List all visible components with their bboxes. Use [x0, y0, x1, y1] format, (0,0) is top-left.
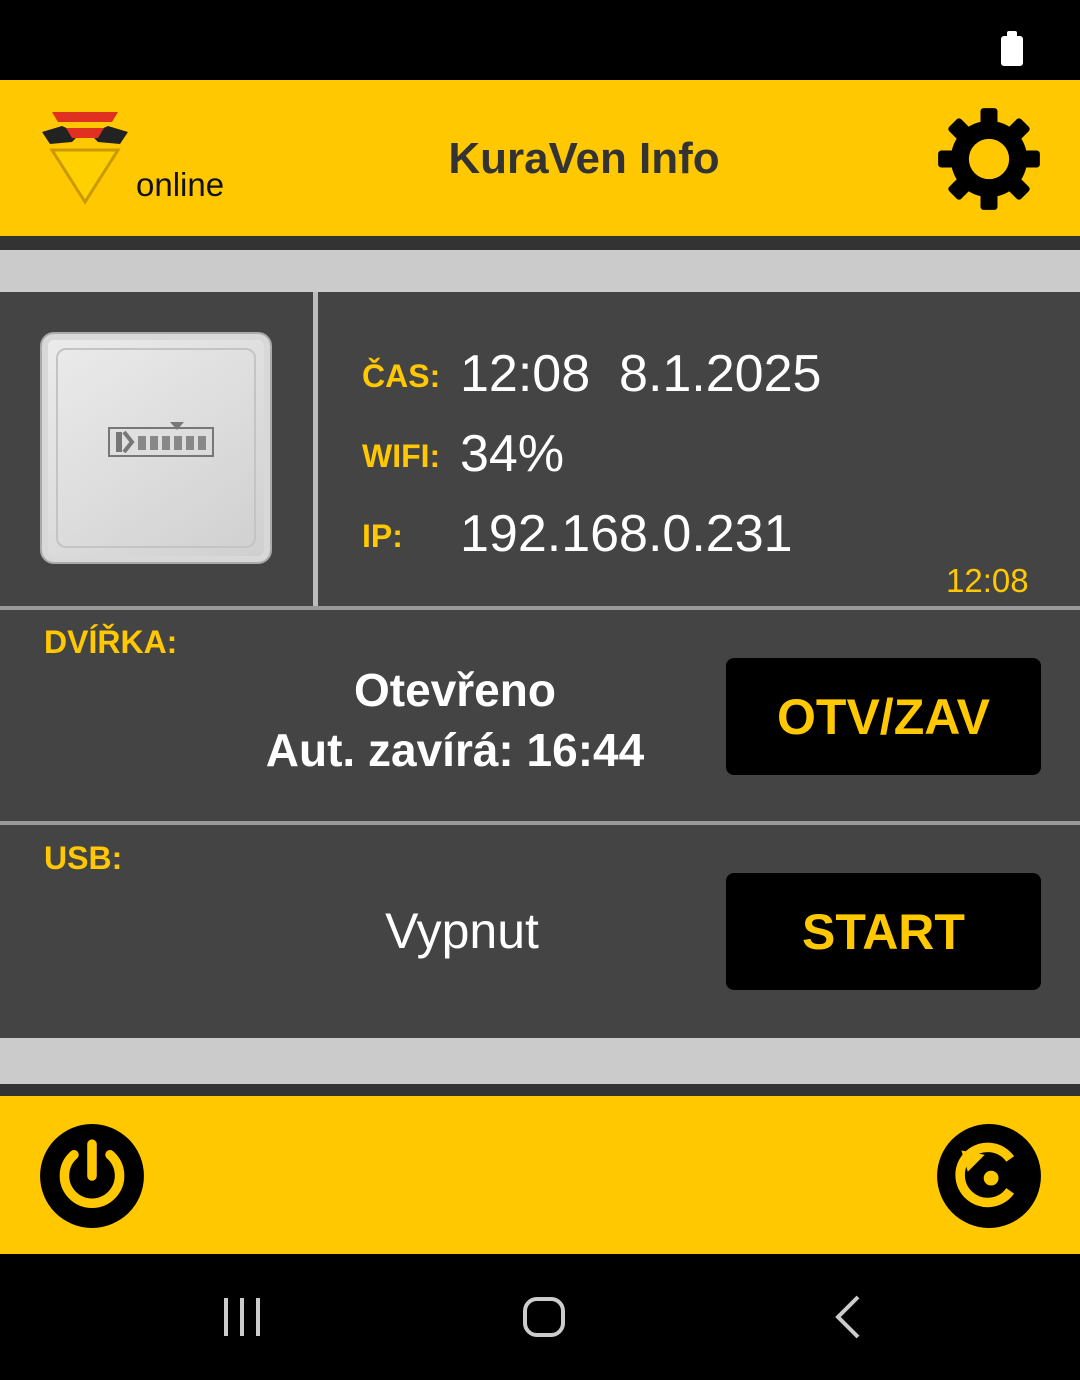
- section-divider: [0, 606, 1080, 610]
- separator-band: [0, 1038, 1080, 1084]
- home-icon[interactable]: [522, 1296, 566, 1338]
- footer-divider: [0, 1084, 1080, 1096]
- time-value: 12:08 8.1.2025: [460, 345, 822, 403]
- status-time: 12:08: [58, 26, 154, 68]
- power-icon[interactable]: [39, 1123, 145, 1229]
- wifi-value: 34%: [460, 425, 565, 483]
- last-update-time: 12:08: [946, 562, 1029, 599]
- door-state: Otevřeno: [354, 664, 556, 716]
- device-logo-icon: [108, 422, 214, 457]
- footer-bar: [0, 1096, 1080, 1254]
- back-icon[interactable]: [830, 1294, 864, 1340]
- vertical-divider: [313, 292, 318, 608]
- refresh-icon[interactable]: [936, 1123, 1042, 1229]
- ip-value: 192.168.0.231: [460, 505, 793, 563]
- door-label: DVÍŘKA:: [44, 624, 178, 660]
- page-title: KuraVen Info: [448, 134, 720, 183]
- separator-band: [0, 250, 1080, 292]
- usb-status: Vypnut: [385, 903, 539, 959]
- recents-icon[interactable]: [220, 1296, 264, 1338]
- ip-label: IP:: [362, 518, 403, 554]
- gear-icon[interactable]: [936, 106, 1042, 212]
- usb-label: USB:: [44, 840, 123, 876]
- battery-level: 100%: [895, 26, 993, 68]
- door-toggle-button[interactable]: OTV/ZAV: [726, 658, 1041, 775]
- usb-start-button[interactable]: START: [726, 873, 1041, 990]
- auto-close-time: Aut. zavírá: 16:44: [265, 724, 645, 776]
- device-image: [40, 332, 272, 564]
- header-divider: [0, 236, 1080, 250]
- door-status: Otevřeno Aut. zavírá: 16:44: [240, 660, 670, 780]
- section-divider: [0, 821, 1080, 825]
- time-label: ČAS:: [362, 358, 441, 394]
- battery-icon: [1001, 31, 1023, 66]
- wifi-label: WIFI:: [362, 438, 441, 474]
